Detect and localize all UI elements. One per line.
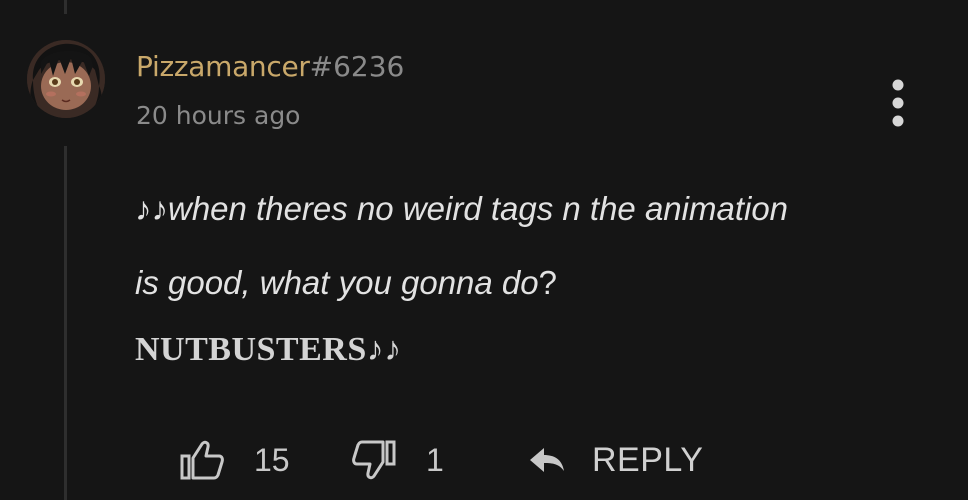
comment-header: Pizzamancer#6236 [136, 50, 404, 83]
thread-line-top [64, 0, 67, 14]
reply-button[interactable]: REPLY [528, 432, 703, 488]
comment-line-text: is good, what you gonna do [135, 264, 539, 301]
user-discriminator: #6236 [309, 50, 405, 83]
like-count: 15 [254, 441, 290, 478]
thumbs-up-icon [180, 440, 224, 480]
comment-actions: 15 1 REPLY [0, 432, 968, 488]
timestamp: 20 hours ago [136, 101, 301, 130]
like-button[interactable]: 15 [180, 432, 290, 488]
reply-label: REPLY [592, 440, 704, 479]
comment-body: ♪♪when theres no weird tags n the animat… [135, 172, 945, 380]
dislike-button[interactable]: 1 [352, 432, 444, 488]
dislike-count: 1 [426, 441, 444, 478]
comment-line: ♪♪when theres no weird tags n the animat… [135, 190, 789, 227]
comment-line: is good, what you gonna do? [135, 246, 945, 320]
comment-line-bold: NUTBUSTERS♪♪ [135, 331, 402, 368]
thumbs-down-icon [352, 440, 396, 480]
comment-line-punctuation: ? [538, 264, 557, 301]
reply-arrow-icon [530, 448, 564, 472]
avatar-image [27, 40, 105, 118]
avatar[interactable] [27, 40, 105, 118]
username[interactable]: Pizzamancer [136, 50, 310, 83]
more-vertical-icon[interactable] [881, 76, 915, 130]
